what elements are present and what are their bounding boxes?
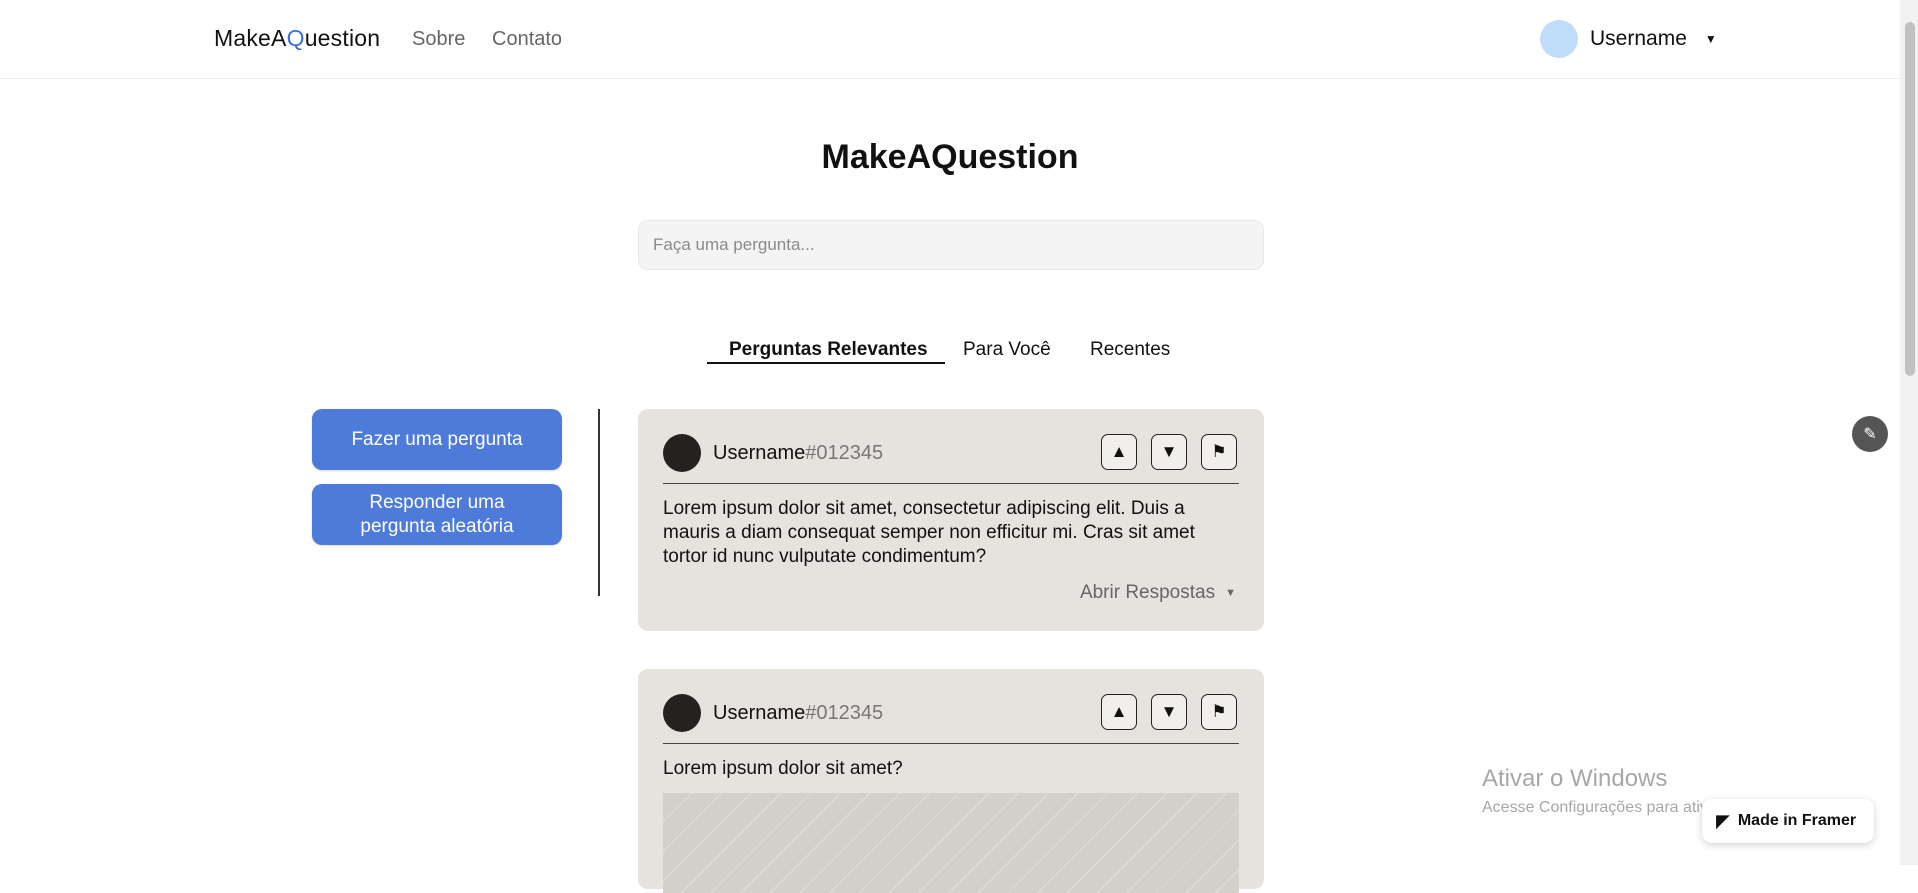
question-text: Lorem ipsum dolor sit amet, consectetur … xyxy=(663,498,1195,567)
ask-question-button[interactable]: Fazer uma pergunta xyxy=(312,409,562,470)
chevron-down-icon: ▼ xyxy=(1225,587,1236,599)
top-navbar: MakeAQuestion Sobre Contato Username ▼ xyxy=(0,0,1900,79)
question-card-header: Username#012345 ▲ ▼ ⚑ xyxy=(663,694,1239,732)
edit-icon[interactable]: ✎ xyxy=(1852,416,1888,452)
image-placeholder xyxy=(663,793,1239,893)
tab-recentes[interactable]: Recentes xyxy=(1090,339,1170,361)
question-text: Lorem ipsum dolor sit amet? xyxy=(663,758,903,779)
open-answers-label: Abrir Respostas xyxy=(1079,582,1216,603)
answer-random-question-button[interactable]: Responder uma pergunta aleatória xyxy=(312,484,562,545)
card-divider xyxy=(663,483,1239,484)
user-menu[interactable]: Username ▼ xyxy=(1540,20,1717,58)
chevron-down-icon[interactable]: ▼ xyxy=(1705,32,1717,46)
made-in-framer-badge[interactable]: ◤ Made in Framer xyxy=(1702,799,1874,843)
question-card: Username#012345 ▲ ▼ ⚑ Lorem ipsum dolor … xyxy=(638,409,1264,631)
user-name[interactable]: Username xyxy=(1590,27,1687,51)
active-tab-indicator xyxy=(707,362,945,364)
question-card-header: Username#012345 ▲ ▼ ⚑ xyxy=(663,434,1239,472)
page-scrollbar[interactable] xyxy=(1900,0,1918,865)
author-username: Username xyxy=(713,702,806,724)
avatar[interactable] xyxy=(663,694,701,732)
card-divider xyxy=(663,743,1239,744)
question-author[interactable]: Username#012345 xyxy=(713,702,883,725)
upvote-icon[interactable]: ▲ xyxy=(1101,694,1137,730)
downvote-icon[interactable]: ▼ xyxy=(1151,434,1187,470)
author-id: #012345 xyxy=(805,442,884,464)
tab-perguntas-relevantes[interactable]: Perguntas Relevantes xyxy=(729,339,928,361)
downvote-icon[interactable]: ▼ xyxy=(1151,694,1187,730)
watermark-title: Ativar o Windows xyxy=(1482,765,1668,792)
question-search-input[interactable] xyxy=(638,220,1264,270)
open-answers-button[interactable]: Abrir Respostas ▼ xyxy=(1080,582,1236,604)
tab-para-voce[interactable]: Para Você xyxy=(963,339,1051,361)
question-tabs: Perguntas Relevantes Para Você Recentes xyxy=(0,339,1900,369)
logo[interactable]: MakeAQuestion xyxy=(214,25,380,52)
logo-prefix: MakeA xyxy=(214,25,287,51)
avatar[interactable] xyxy=(663,434,701,472)
vertical-divider xyxy=(598,409,600,596)
nav-link-contato[interactable]: Contato xyxy=(492,28,562,51)
avatar[interactable] xyxy=(1540,20,1578,58)
scrollbar-thumb[interactable] xyxy=(1905,22,1915,376)
question-author[interactable]: Username#012345 xyxy=(713,442,883,465)
author-id: #012345 xyxy=(805,702,884,724)
framer-logo-icon: ◤ xyxy=(1716,810,1730,831)
logo-q: Q xyxy=(286,25,305,51)
upvote-icon[interactable]: ▲ xyxy=(1101,434,1137,470)
author-username: Username xyxy=(713,442,806,464)
flag-icon[interactable]: ⚑ xyxy=(1201,434,1237,470)
framer-badge-label: Made in Framer xyxy=(1737,812,1857,829)
page-title: MakeAQuestion xyxy=(821,138,1079,176)
question-card: Username#012345 ▲ ▼ ⚑ Lorem ipsum dolor … xyxy=(638,669,1264,893)
nav-link-sobre[interactable]: Sobre xyxy=(412,28,465,51)
logo-suffix: uestion xyxy=(304,25,381,51)
flag-icon[interactable]: ⚑ xyxy=(1201,694,1237,730)
